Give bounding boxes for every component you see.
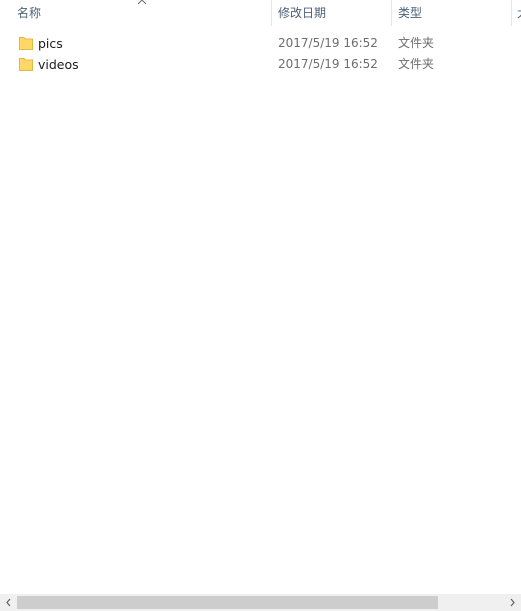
file-list: pics 2017/5/19 16:52 文件夹 videos 2017/5/19 16… (0, 33, 521, 75)
file-explorer-list-view: 名称 修改日期 类型 大 pics2017/5/19 16:52文件夹video… (0, 0, 521, 611)
column-header-size-label: 大 (517, 6, 521, 20)
scrollbar-thumb[interactable] (17, 596, 438, 609)
column-divider[interactable] (271, 0, 272, 26)
file-name: pics (38, 36, 63, 51)
scroll-right-icon[interactable] (504, 594, 521, 611)
file-type: 文件夹 (398, 57, 435, 71)
column-divider[interactable] (391, 0, 392, 26)
file-name: videos (38, 57, 79, 72)
column-header: 名称 修改日期 类型 大 (0, 0, 521, 26)
column-header-modified[interactable]: 修改日期 (278, 0, 388, 26)
folder-icon (19, 37, 33, 50)
column-header-type[interactable]: 类型 (398, 0, 508, 26)
file-row[interactable]: pics 2017/5/19 16:52 文件夹 (0, 33, 521, 54)
column-header-size[interactable]: 大 (517, 0, 521, 26)
column-header-name-label: 名称 (17, 6, 42, 20)
chevron-up-icon (137, 0, 147, 5)
file-row[interactable]: videos 2017/5/19 16:52 文件夹 (0, 54, 521, 75)
folder-icon (19, 58, 33, 71)
column-divider[interactable] (511, 0, 512, 26)
file-modified-date: 2017/5/19 16:52 (278, 57, 378, 71)
file-modified-date: 2017/5/19 16:52 (278, 36, 378, 50)
scroll-left-icon[interactable] (0, 594, 17, 611)
column-header-type-label: 类型 (398, 6, 423, 20)
horizontal-scrollbar[interactable] (0, 594, 521, 611)
file-type: 文件夹 (398, 36, 435, 50)
column-header-modified-label: 修改日期 (278, 6, 327, 20)
